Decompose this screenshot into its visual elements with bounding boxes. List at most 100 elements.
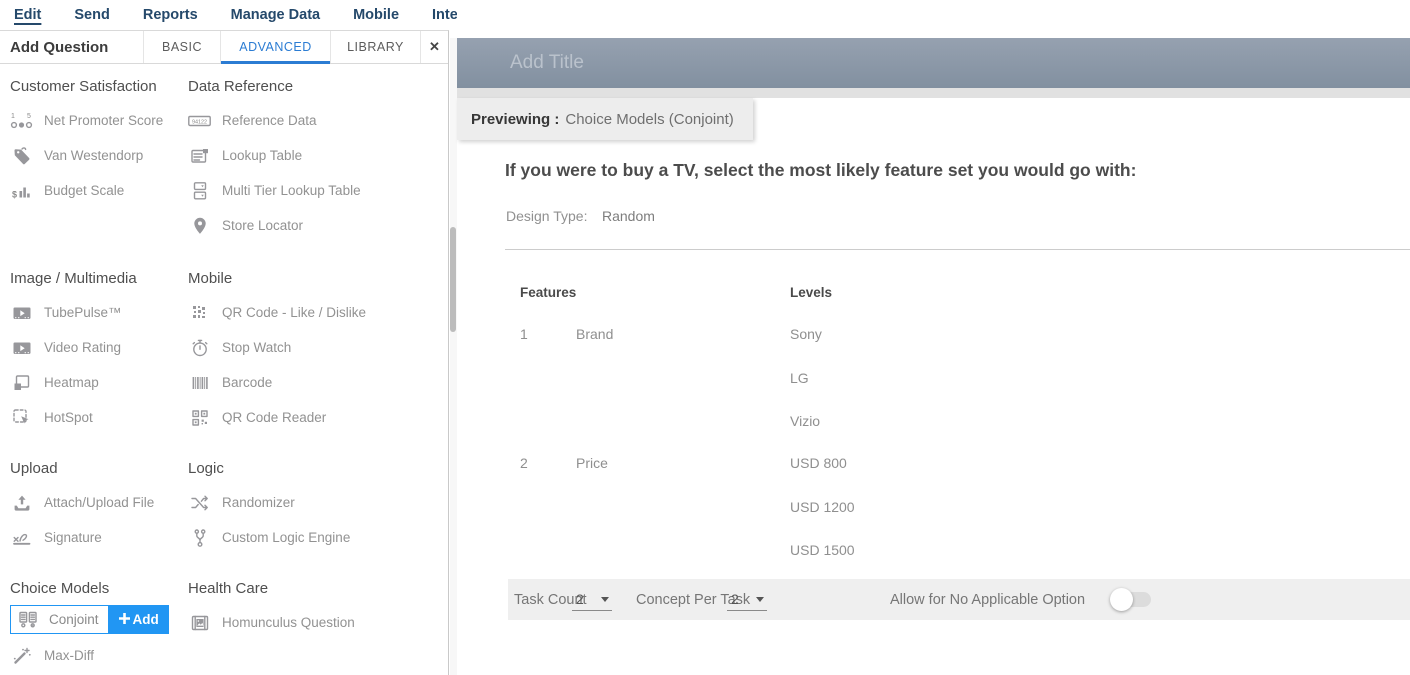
add-button-label: Add <box>133 612 159 627</box>
item-hotspot[interactable]: HotSpot <box>10 400 184 435</box>
section-title: Health Care <box>188 579 446 599</box>
item-label: Custom Logic Engine <box>222 530 350 545</box>
scrollbar-thumb[interactable] <box>450 227 456 332</box>
concept-per-task-dropdown[interactable]: 2 <box>727 588 767 611</box>
item-homunculus-question[interactable]: Homunculus Question <box>188 605 446 640</box>
nav-mobile[interactable]: Mobile <box>353 7 399 23</box>
level-value: USD 800 <box>790 455 847 471</box>
item-signature[interactable]: Signature <box>10 520 184 555</box>
conjoint-cards-icon <box>17 610 40 630</box>
item-stop-watch[interactable]: Stop Watch <box>188 330 446 365</box>
section-title: Image / Multimedia <box>10 269 184 289</box>
feature-name: Price <box>576 455 608 471</box>
item-net-promoter-score[interactable]: 1 5 Net Promoter Score <box>10 103 184 138</box>
feature-row-number: 1 <box>520 326 528 342</box>
cursor-hotspot-icon <box>10 408 33 428</box>
close-icon[interactable]: ✕ <box>420 31 448 63</box>
tab-basic[interactable]: BASIC <box>143 31 220 63</box>
item-attach-upload-file[interactable]: Attach/Upload File <box>10 485 184 520</box>
section-title: Choice Models <box>10 579 184 599</box>
section-logic: Logic Randomizer Custom Logic E <box>188 459 446 555</box>
item-custom-logic-engine[interactable]: Custom Logic Engine <box>188 520 446 555</box>
design-type-value: Random <box>602 208 655 224</box>
item-reference-data[interactable]: 94122 Reference Data <box>188 103 446 138</box>
item-multi-tier-lookup-table[interactable]: Multi Tier Lookup Table <box>188 173 446 208</box>
design-type-label: Design Type: <box>506 208 587 224</box>
nav-send[interactable]: Send <box>74 7 109 23</box>
tab-advanced[interactable]: ADVANCED <box>220 31 330 63</box>
item-label: Randomizer <box>222 495 295 510</box>
item-label: Budget Scale <box>44 183 124 198</box>
item-label: QR Code Reader <box>222 410 326 425</box>
item-label: Barcode <box>222 375 272 390</box>
section-health-care: Health Care Homunculus Question <box>188 579 446 640</box>
item-label: Reference Data <box>222 113 317 128</box>
nav-edit[interactable]: Edit <box>14 7 41 23</box>
tab-library[interactable]: LIBRARY <box>330 31 420 63</box>
item-label: Homunculus Question <box>222 615 355 630</box>
shuffle-icon <box>188 493 211 513</box>
nav-manage-data[interactable]: Manage Data <box>231 7 320 23</box>
add-question-panel: Add Question BASIC ADVANCED LIBRARY ✕ Cu… <box>0 30 449 675</box>
item-van-westendorp[interactable]: Van Westendorp <box>10 138 184 173</box>
nav-reports[interactable]: Reports <box>143 7 198 23</box>
panel-title: Add Question <box>0 31 143 63</box>
section-mobile: Mobile QR Code - Like / Dislike <box>188 269 446 435</box>
level-value: USD 1500 <box>790 542 855 558</box>
add-title-input[interactable]: Add Title <box>457 38 1410 88</box>
task-count-dropdown[interactable]: 2 <box>572 588 612 611</box>
budget-bars-icon: $ <box>10 181 33 201</box>
section-data-reference: Data Reference 94122 Reference Data <box>188 77 446 243</box>
item-qr-code-reader[interactable]: QR Code Reader <box>188 400 446 435</box>
item-max-diff[interactable]: Max-Diff <box>10 638 184 673</box>
item-video-rating[interactable]: Video Rating <box>10 330 184 365</box>
stopwatch-icon <box>188 338 211 358</box>
item-heatmap[interactable]: Heatmap <box>10 365 184 400</box>
question-text: If you were to buy a TV, select the most… <box>505 160 1136 181</box>
item-budget-scale[interactable]: $ Budget Scale <box>10 173 184 208</box>
section-divider <box>505 249 1410 250</box>
panel-gutter <box>450 38 457 675</box>
section-title: Data Reference <box>188 77 446 97</box>
upload-icon <box>10 493 33 513</box>
item-label: TubePulse™ <box>44 305 122 320</box>
item-label: Conjoint <box>49 612 99 627</box>
section-choice-models: Choice Models Conjoint <box>10 579 184 673</box>
filmstrip-image-icon <box>188 613 211 633</box>
section-title: Customer Satisfaction <box>10 77 184 97</box>
heatmap-image-icon <box>10 373 33 393</box>
item-label: Video Rating <box>44 340 121 355</box>
qr-code-icon <box>188 303 211 323</box>
item-barcode[interactable]: Barcode <box>188 365 446 400</box>
item-qr-like-dislike[interactable]: QR Code - Like / Dislike <box>188 295 446 330</box>
item-label: Store Locator <box>222 218 303 233</box>
item-tubepulse[interactable]: TubePulse™ <box>10 295 184 330</box>
item-lookup-table[interactable]: Lookup Table <box>188 138 446 173</box>
previewing-label: Previewing : <box>471 111 559 128</box>
section-upload: Upload Attach/Upload File <box>10 459 184 555</box>
previewing-badge: Previewing : Choice Models (Conjoint) <box>457 98 753 140</box>
signature-icon <box>10 528 33 548</box>
no-applicable-option-toggle[interactable] <box>1113 592 1151 607</box>
item-randomizer[interactable]: Randomizer <box>188 485 446 520</box>
add-conjoint-button[interactable]: Add <box>109 605 169 634</box>
feature-name: Brand <box>576 326 613 342</box>
level-value: Sony <box>790 326 822 342</box>
section-title: Logic <box>188 459 446 479</box>
level-value: Vizio <box>790 413 820 429</box>
branch-icon <box>188 528 211 548</box>
level-value: USD 1200 <box>790 499 855 515</box>
lookup-table-icon <box>188 146 211 166</box>
svg-text:$: $ <box>12 189 17 199</box>
video-film-icon <box>10 338 33 358</box>
item-store-locator[interactable]: Store Locator <box>188 208 446 243</box>
svg-text:1: 1 <box>11 113 15 120</box>
item-label: Van Westendorp <box>44 148 143 163</box>
multi-tier-lookup-icon <box>188 181 211 201</box>
item-conjoint[interactable]: Conjoint <box>10 605 109 634</box>
item-label: HotSpot <box>44 410 93 425</box>
chevron-down-icon <box>756 597 764 602</box>
survey-builder-screen: Edit Send Reports Manage Data Mobile Int… <box>0 0 1410 675</box>
magic-wand-icon <box>10 646 33 666</box>
add-title-placeholder: Add Title <box>510 52 584 74</box>
